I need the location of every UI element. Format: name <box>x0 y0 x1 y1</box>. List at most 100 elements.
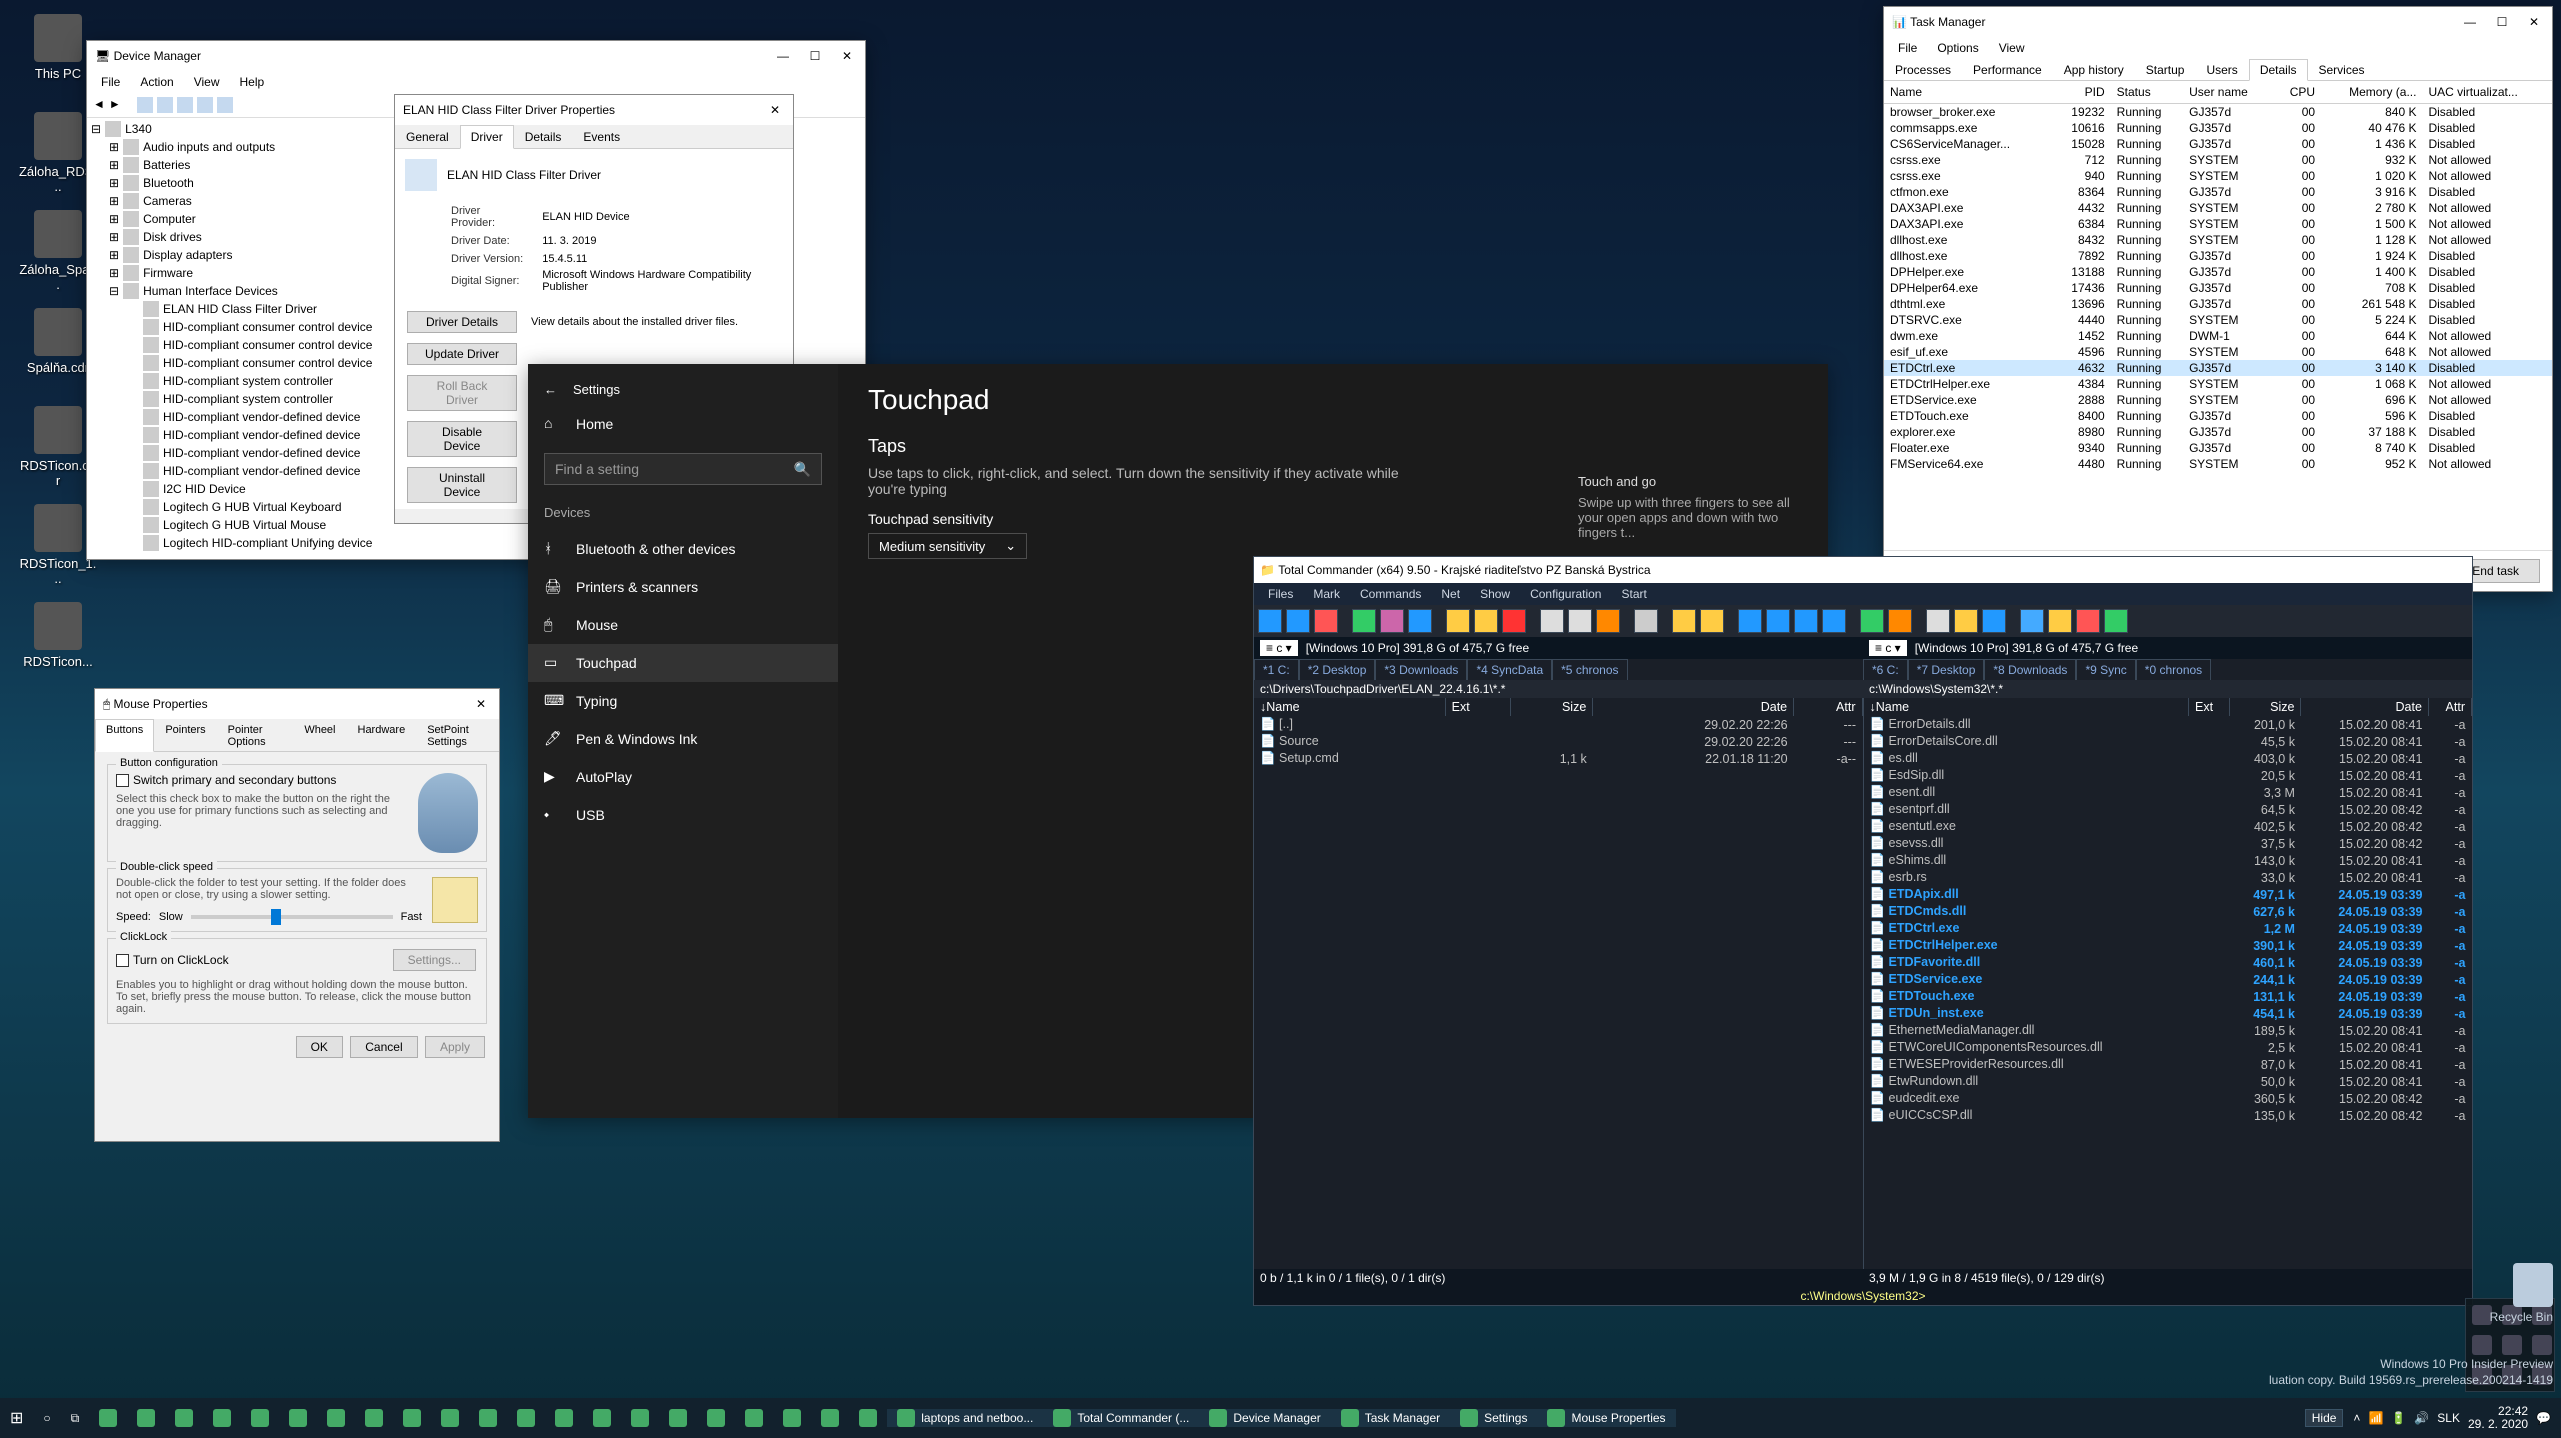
taskbar-pinned-app[interactable] <box>621 1409 659 1427</box>
menu-item[interactable]: File <box>1890 39 1925 57</box>
file-row[interactable]: 📄 esevss.dll37,5 k15.02.20 08:42-a <box>1864 835 2472 852</box>
driver-action-button[interactable]: Roll Back Driver <box>407 375 517 411</box>
toolbar-button[interactable] <box>1926 609 1950 633</box>
taskbar-window-button[interactable]: Task Manager <box>1331 1409 1450 1427</box>
language-indicator[interactable]: SLK <box>2437 1411 2460 1425</box>
taskbar-window-button[interactable]: Settings <box>1450 1409 1537 1427</box>
process-row[interactable]: dwm.exe1452RunningDWM-100644 KNot allowe… <box>1884 328 2552 344</box>
tab[interactable]: Pointer Options <box>217 719 294 752</box>
task-manager-tabs[interactable]: ProcessesPerformanceApp historyStartupUs… <box>1884 59 2552 81</box>
file-row[interactable]: 📄 ErrorDetailsCore.dll45,5 k15.02.20 08:… <box>1864 733 2472 750</box>
taskbar-pinned-app[interactable] <box>583 1409 621 1427</box>
task-manager-process-list[interactable]: NamePIDStatusUser nameCPUMemory (a...UAC… <box>1884 81 2552 550</box>
panel-tab[interactable]: *0 chronos <box>2136 659 2211 680</box>
close-button[interactable]: ✕ <box>471 697 491 711</box>
taskbar-pinned-app[interactable] <box>89 1409 127 1427</box>
tc-toolbar[interactable] <box>1254 605 2472 637</box>
start-button[interactable]: ⊞ <box>0 1398 33 1438</box>
tc-menubar[interactable]: FilesMarkCommandsNetShowConfigurationSta… <box>1254 583 2472 605</box>
tab[interactable]: Pointers <box>154 719 216 752</box>
process-row[interactable]: dthtml.exe13696RunningGJ357d00261 548 KD… <box>1884 296 2552 312</box>
task-manager-menubar[interactable]: FileOptionsView <box>1884 37 2552 59</box>
toolbar-button[interactable] <box>1982 609 2006 633</box>
toolbar-button[interactable] <box>1474 609 1498 633</box>
tray-icon[interactable]: 🔋 <box>2391 1411 2406 1425</box>
panel-tab[interactable]: *5 chronos <box>1552 659 1627 680</box>
toolbar-button[interactable] <box>2020 609 2044 633</box>
file-row[interactable]: 📄 EtwRundown.dll50,0 k15.02.20 08:41-a <box>1864 1073 2472 1090</box>
toolbar-button[interactable] <box>1860 609 1884 633</box>
toolbar-button[interactable] <box>1738 609 1762 633</box>
close-button[interactable]: ✕ <box>2524 15 2544 29</box>
file-row[interactable]: 📄 es.dll403,0 k15.02.20 08:41-a <box>1864 750 2472 767</box>
column-header[interactable]: Date <box>1593 698 1794 716</box>
desktop-icon[interactable]: RDSTicon... <box>18 602 98 669</box>
taskbar-pinned-app[interactable] <box>469 1409 507 1427</box>
process-row[interactable]: csrss.exe712RunningSYSTEM00932 KNot allo… <box>1884 152 2552 168</box>
panel-tab[interactable]: *2 Desktop <box>1299 659 1376 680</box>
file-row[interactable]: 📄 [..]29.02.20 22:26--- <box>1254 716 1862 733</box>
column-header[interactable]: ↓Name <box>1864 698 2189 716</box>
driver-action-button[interactable]: Driver Details <box>407 311 517 333</box>
toolbar-button[interactable] <box>1502 609 1526 633</box>
process-row[interactable]: ETDCtrlHelper.exe4384RunningSYSTEM001 06… <box>1884 376 2552 392</box>
ok-button[interactable]: OK <box>296 1036 343 1058</box>
panel-tab[interactable]: *7 Desktop <box>1908 659 1985 680</box>
taskbar-pinned-app[interactable] <box>659 1409 697 1427</box>
process-row[interactable]: browser_broker.exe19232RunningGJ357d0084… <box>1884 104 2552 121</box>
speed-slider[interactable] <box>191 915 393 919</box>
process-row[interactable]: DPHelper64.exe17436RunningGJ357d00708 KD… <box>1884 280 2552 296</box>
minimize-button[interactable]: — <box>773 49 793 63</box>
panel-tab[interactable]: *3 Downloads <box>1375 659 1467 680</box>
taskbar-window-button[interactable]: Mouse Properties <box>1537 1409 1675 1427</box>
mouse-properties-dialog[interactable]: 🖱 Mouse Properties ✕ ButtonsPointersPoin… <box>94 688 500 1142</box>
tab[interactable]: Performance <box>1962 59 2053 81</box>
column-header[interactable]: Memory (a... <box>2321 81 2422 104</box>
column-header[interactable]: Attr <box>2428 698 2471 716</box>
process-row[interactable]: dllhost.exe8432RunningSYSTEM001 128 KNot… <box>1884 232 2552 248</box>
column-header[interactable]: User name <box>2183 81 2273 104</box>
toolbar-button[interactable] <box>1446 609 1470 633</box>
taskbar-pinned-app[interactable] <box>849 1409 887 1427</box>
taskbar[interactable]: ⊞ ○ ⧉ laptops and netboo...Total Command… <box>0 1398 2561 1438</box>
toolbar-button[interactable] <box>1766 609 1790 633</box>
tab-driver[interactable]: Driver <box>460 125 514 149</box>
file-row[interactable]: 📄 ETDApix.dll497,1 k24.05.19 03:39-a <box>1864 886 2472 903</box>
file-row[interactable]: 📄 ETDCtrlHelper.exe390,1 k24.05.19 03:39… <box>1864 937 2472 954</box>
toolbar-button[interactable] <box>2076 609 2100 633</box>
toolbar-button[interactable] <box>1380 609 1404 633</box>
maximize-button[interactable]: ☐ <box>805 49 825 63</box>
file-row[interactable]: 📄 eUICCsCSP.dll135,0 k15.02.20 08:42-a <box>1864 1107 2472 1124</box>
process-row[interactable]: ETDCtrl.exe4632RunningGJ357d003 140 KDis… <box>1884 360 2552 376</box>
maximize-button[interactable]: ☐ <box>2492 15 2512 29</box>
expand-icon[interactable]: ⊟ <box>109 284 119 298</box>
settings-nav-item[interactable]: ⌨Typing <box>528 682 838 720</box>
column-header[interactable]: PID <box>2053 81 2111 104</box>
settings-nav-item[interactable]: ⬩USB <box>528 796 838 834</box>
column-header[interactable]: Size <box>1510 698 1592 716</box>
taskbar-pinned-app[interactable] <box>545 1409 583 1427</box>
toolbar-button[interactable] <box>1596 609 1620 633</box>
switch-buttons-checkbox[interactable] <box>116 774 129 787</box>
column-header[interactable]: ↓Name <box>1254 698 1445 716</box>
toolbar-button[interactable] <box>1408 609 1432 633</box>
tc-path-left[interactable]: c:\Drivers\TouchpadDriver\ELAN_22.4.16.1… <box>1254 680 1863 698</box>
tab[interactable]: App history <box>2053 59 2135 81</box>
sensitivity-dropdown[interactable]: Medium sensitivity ⌄ <box>868 533 1027 559</box>
file-row[interactable]: 📄 ETDCtrl.exe1,2 M24.05.19 03:39-a <box>1864 920 2472 937</box>
toolbar-button[interactable] <box>1634 609 1658 633</box>
column-header[interactable]: Date <box>2301 698 2428 716</box>
settings-nav-item[interactable]: 🖨Printers & scanners <box>528 568 838 606</box>
taskbar-pinned-app[interactable] <box>317 1409 355 1427</box>
toolbar-icon[interactable] <box>137 97 153 113</box>
process-row[interactable]: DPHelper.exe13188RunningGJ357d001 400 KD… <box>1884 264 2552 280</box>
file-row[interactable]: 📄 esentprf.dll64,5 k15.02.20 08:42-a <box>1864 801 2472 818</box>
file-row[interactable]: 📄 Source29.02.20 22:26--- <box>1254 733 1862 750</box>
expand-icon[interactable]: ⊞ <box>109 194 119 208</box>
menu-item[interactable]: Commands <box>1352 585 1429 603</box>
process-row[interactable]: commsapps.exe10616RunningGJ357d0040 476 … <box>1884 120 2552 136</box>
close-button[interactable]: ✕ <box>765 103 785 117</box>
taskbar-pinned-app[interactable] <box>393 1409 431 1427</box>
taskbar-window-button[interactable]: Device Manager <box>1199 1409 1330 1427</box>
file-row[interactable]: 📄 esrb.rs33,0 k15.02.20 08:41-a <box>1864 869 2472 886</box>
